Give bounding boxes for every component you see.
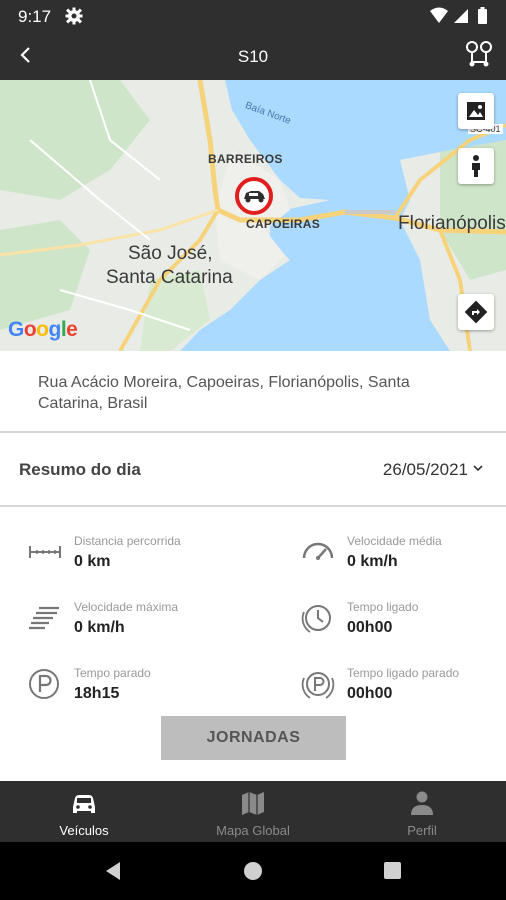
summary-label: Resumo do dia — [19, 460, 141, 479]
stat-avg-speed: Velocidade média 0 km/h — [300, 534, 506, 584]
stat-max-speed: Velocidade máxima 0 km/h — [27, 600, 257, 650]
app-bar: S10 — [0, 33, 506, 80]
nav-label: Perfil — [407, 823, 437, 838]
directions-button[interactable] — [458, 294, 494, 330]
map-icon — [242, 792, 264, 815]
map-label-capoeiras: CAPOEIRAS — [246, 217, 321, 231]
speed-lines-icon — [29, 606, 59, 630]
battery-icon — [478, 9, 487, 24]
signal-icon — [454, 9, 468, 23]
date-selector[interactable]: 26/05/2021 — [383, 460, 468, 480]
daily-summary-header: Resumo do dia 26/05/2021 — [0, 432, 506, 506]
jornadas-button[interactable]: JORNADAS — [161, 716, 346, 760]
map-label-florianopolis: Florianópolis — [398, 213, 506, 234]
system-status-icons — [430, 7, 487, 24]
car-icon — [73, 795, 95, 813]
stat-value: 18h15 — [74, 685, 120, 702]
chevron-down-icon[interactable] — [472, 462, 484, 474]
stat-value: 0 km — [74, 553, 111, 570]
parking-icon — [29, 669, 59, 699]
system-home-icon[interactable] — [242, 860, 264, 882]
nav-item-profile[interactable]: Perfil — [338, 781, 506, 842]
stat-label: Tempo ligado — [347, 600, 419, 614]
google-logo: Google — [8, 318, 78, 341]
stat-value: 00h00 — [347, 685, 393, 702]
nav-item-global-map[interactable]: Mapa Global — [169, 781, 337, 842]
distance-icon — [29, 546, 61, 558]
stat-label: Velocidade máxima — [74, 600, 179, 614]
system-recents-icon[interactable] — [382, 860, 404, 882]
wifi-icon — [430, 7, 448, 23]
vehicle-address: Rua Acácio Moreira, Capoeiras, Florianóp… — [38, 374, 410, 412]
image-layers-icon — [467, 102, 485, 120]
vehicle-marker-icon[interactable] — [234, 176, 274, 216]
bottom-navigation: Veículos Mapa Global Perfil — [0, 781, 506, 842]
system-back-icon[interactable] — [102, 860, 124, 882]
stat-time-on-stopped: Tempo ligado parado 00h00 — [300, 666, 506, 716]
stat-value: 0 km/h — [347, 553, 398, 570]
street-view-button[interactable] — [458, 148, 494, 184]
stat-value: 0 km/h — [74, 619, 125, 636]
page-title: S10 — [237, 47, 269, 66]
person-icon — [472, 155, 480, 177]
stat-distance: Distancia percorrida 0 km — [27, 534, 257, 584]
system-navigation-bar — [0, 842, 506, 900]
stat-label: Tempo ligado parado — [347, 666, 460, 680]
stat-label: Velocidade média — [347, 534, 442, 548]
person-icon — [411, 791, 433, 815]
stat-label: Distancia percorrida — [74, 534, 181, 548]
status-bar: 9:17 — [0, 0, 506, 33]
parking-engine-icon — [301, 672, 335, 699]
route-icon[interactable] — [464, 40, 494, 70]
nav-item-vehicles[interactable]: Veículos — [0, 781, 168, 842]
nav-label: Veículos — [59, 823, 109, 838]
directions-icon — [464, 300, 488, 324]
stat-label: Tempo parado — [74, 666, 151, 680]
map-label-sao-jose: São José, — [128, 243, 213, 264]
map-layer-button[interactable] — [458, 93, 494, 129]
map-view[interactable]: Baía Norte BARREIROS CAPOEIRAS São José,… — [0, 80, 506, 351]
nav-label: Mapa Global — [216, 823, 290, 838]
map-label-santa-catarina: Santa Catarina — [106, 267, 233, 288]
speedometer-icon — [302, 542, 334, 560]
divider — [0, 505, 506, 507]
clock-icon — [301, 605, 331, 633]
map-label-barreiros: BARREIROS — [208, 152, 283, 166]
gear-icon — [65, 7, 83, 25]
stat-time-on: Tempo ligado 00h00 — [300, 600, 506, 650]
status-time: 9:17 — [18, 7, 52, 26]
stat-value: 00h00 — [347, 619, 393, 636]
stat-time-stopped: Tempo parado 18h15 — [27, 666, 257, 716]
